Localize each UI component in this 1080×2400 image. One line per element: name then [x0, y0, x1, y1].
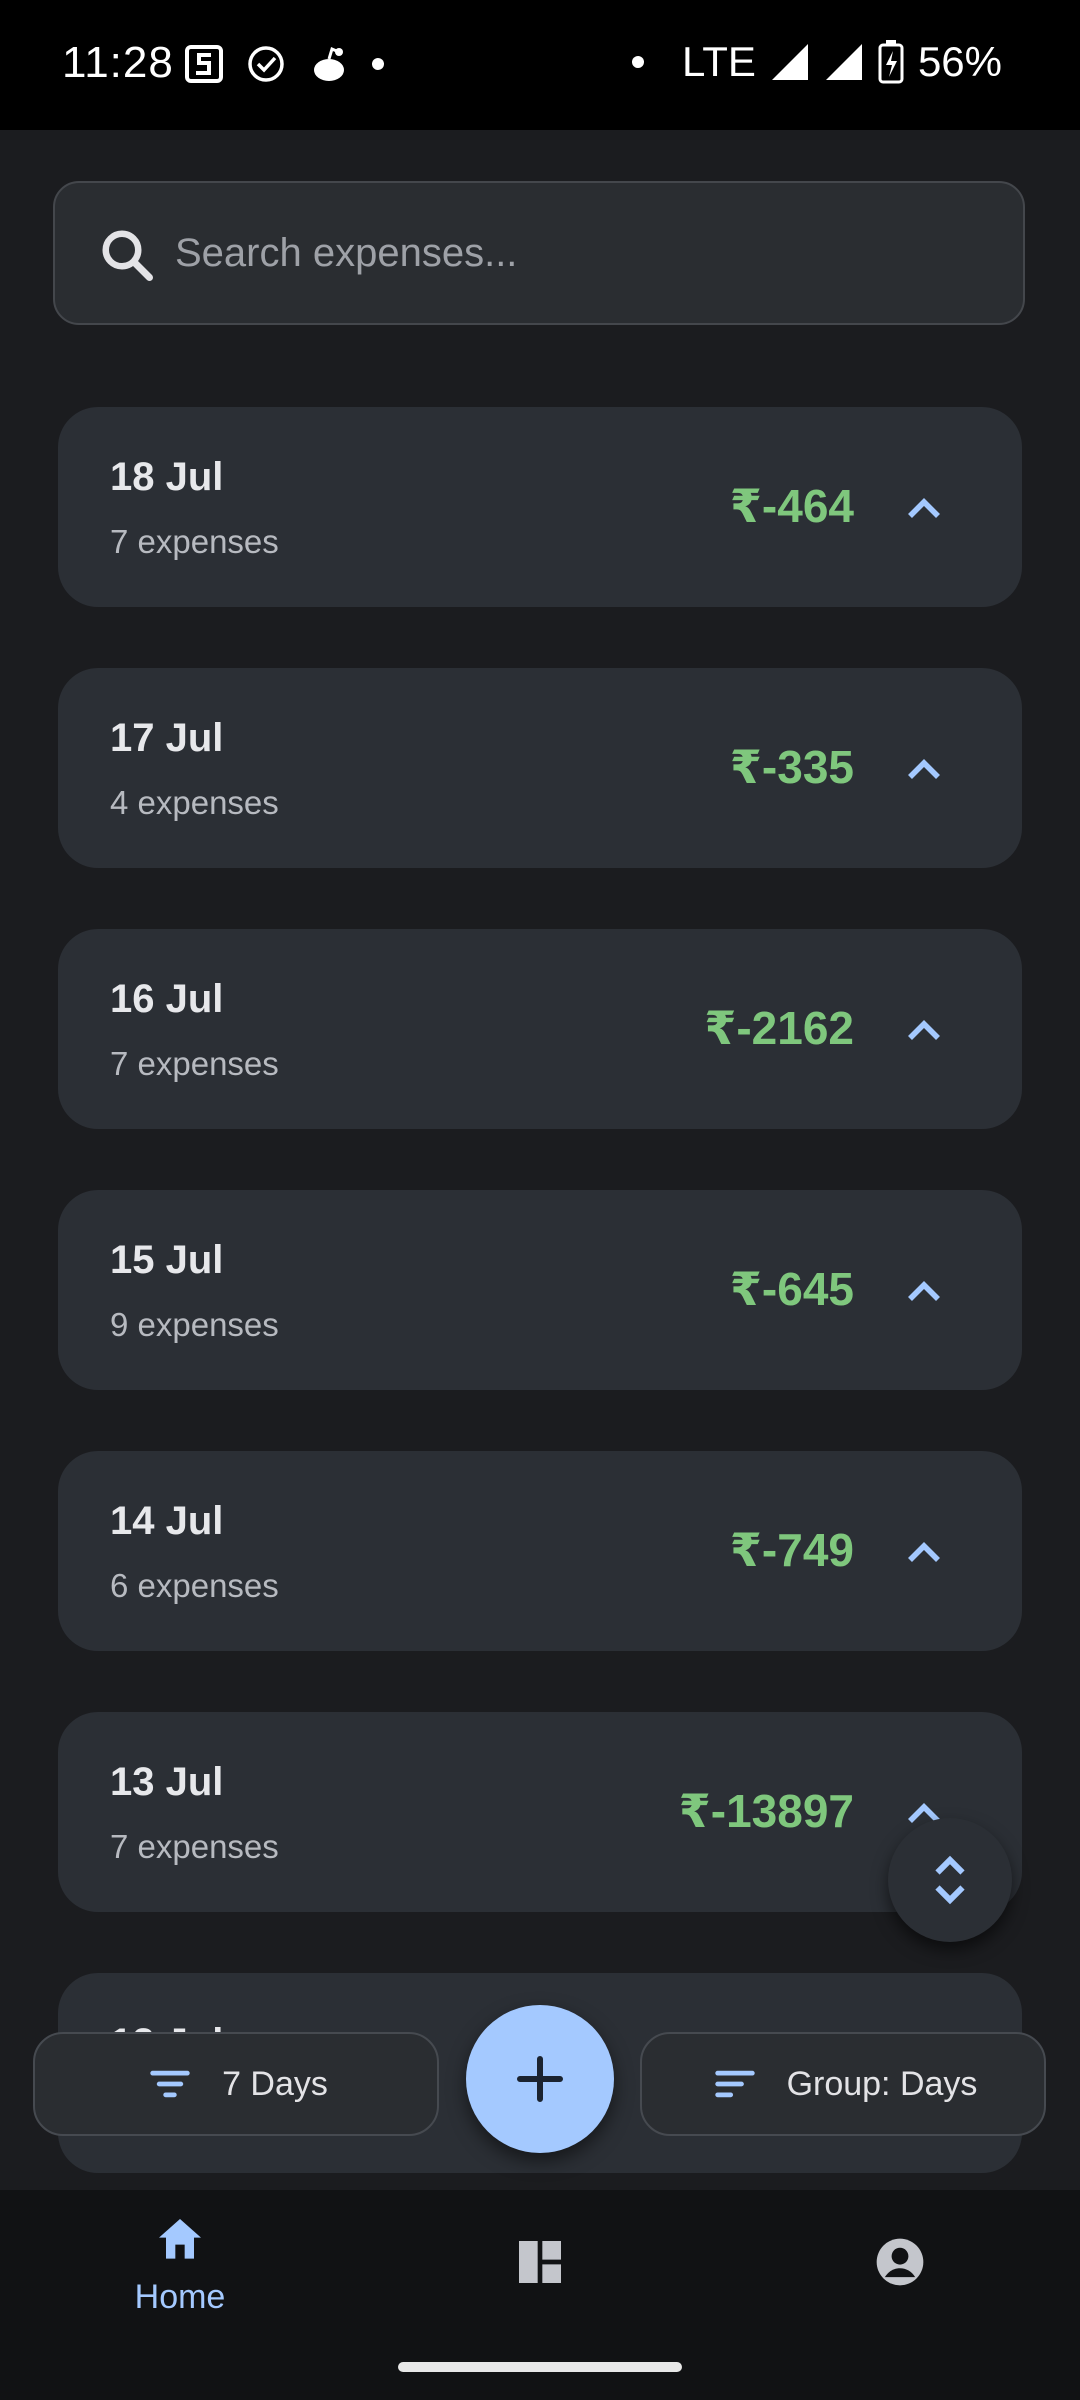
group-total: ₹-645	[729, 1263, 854, 1315]
group-count: 7 expenses	[110, 1045, 279, 1082]
nav-dashboard[interactable]	[360, 2190, 720, 2336]
home-icon	[159, 2219, 201, 2259]
group-date: 16 Jul	[110, 977, 224, 1021]
reddit-icon	[314, 46, 344, 81]
notification-icons	[184, 44, 384, 84]
group-date: 17 Jul	[110, 716, 224, 760]
date-range-filter-button[interactable]: 7 Days	[33, 2032, 439, 2136]
day-group-card[interactable]: 13 Jul 7 expenses ₹-13897	[58, 1712, 1022, 1912]
signal-icon-2	[825, 44, 862, 80]
account-circle-icon	[876, 2238, 924, 2286]
date-range-label: 7 Days	[222, 2064, 328, 2103]
day-group-card[interactable]: 15 Jul 9 expenses ₹-645	[58, 1190, 1022, 1390]
search-input[interactable]: Search expenses...	[53, 181, 1025, 325]
status-time: 11:28	[62, 38, 174, 87]
group-date: 14 Jul	[110, 1499, 224, 1543]
group-total: ₹-13897	[678, 1785, 854, 1837]
day-group-card[interactable]: 16 Jul 7 expenses ₹-2162	[58, 929, 1022, 1129]
system-status: LTE 56%	[632, 38, 1002, 86]
chevron-up-icon[interactable]	[896, 742, 952, 798]
filter-icon	[150, 2070, 190, 2098]
home-indicator[interactable]	[398, 2362, 682, 2372]
group-count: 4 expenses	[110, 784, 279, 821]
unfold-icon	[935, 1855, 965, 1905]
day-group-card[interactable]: 18 Jul 7 expenses ₹-464	[58, 407, 1022, 607]
bottom-navigation: Home	[0, 2190, 1080, 2336]
chevron-up-icon[interactable]	[896, 481, 952, 537]
group-total: ₹-335	[729, 741, 854, 793]
chevron-up-icon[interactable]	[896, 1264, 952, 1320]
gesture-bar	[0, 2336, 1080, 2400]
signal-icon	[771, 44, 808, 80]
group-date: 18 Jul	[110, 455, 224, 499]
nav-home-label: Home	[134, 2278, 226, 2316]
group-count: 6 expenses	[110, 1567, 279, 1604]
day-group-card[interactable]: 14 Jul 6 expenses ₹-749	[58, 1451, 1022, 1651]
network-type: LTE	[682, 38, 756, 85]
app-s-icon	[185, 45, 223, 83]
group-date: 13 Jul	[110, 1760, 224, 1804]
add-expense-button[interactable]	[466, 2005, 614, 2153]
nav-home[interactable]: Home	[0, 2190, 360, 2336]
status-bar: 11:28 LTE 56%	[0, 0, 1080, 130]
battery-charging-icon	[878, 40, 904, 84]
search-icon	[102, 230, 153, 281]
group-total: ₹-464	[729, 480, 854, 532]
search-placeholder: Search expenses...	[175, 231, 518, 275]
group-count: 7 expenses	[110, 523, 279, 560]
group-total: ₹-2162	[704, 1002, 854, 1054]
check-circle-icon	[248, 46, 284, 82]
chevron-up-icon[interactable]	[896, 1003, 952, 1059]
expand-collapse-button[interactable]	[888, 1818, 1012, 1942]
status-dot	[632, 56, 645, 68]
group-by-button[interactable]: Group: Days	[640, 2032, 1046, 2136]
group-date: 15 Jul	[110, 1238, 224, 1282]
plus-icon	[517, 2056, 563, 2102]
dashboard-icon	[519, 2241, 561, 2283]
sort-icon	[714, 2070, 755, 2098]
group-count: 7 expenses	[110, 1828, 279, 1865]
day-group-card[interactable]: 17 Jul 4 expenses ₹-335	[58, 668, 1022, 868]
chevron-up-icon[interactable]	[896, 1525, 952, 1581]
notification-dot	[372, 58, 384, 70]
group-total: ₹-749	[729, 1524, 854, 1576]
battery-level: 56%	[917, 38, 1002, 85]
nav-profile[interactable]	[720, 2190, 1080, 2336]
group-by-label: Group: Days	[786, 2064, 978, 2103]
group-count: 9 expenses	[110, 1306, 279, 1343]
